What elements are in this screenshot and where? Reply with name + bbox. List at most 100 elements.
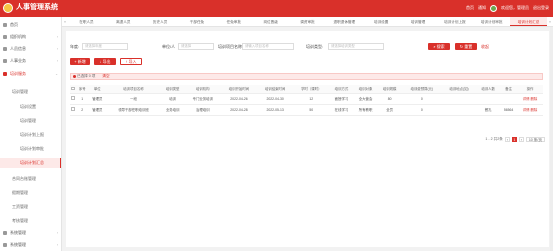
reset-button[interactable]: ↻ 重置: [455, 43, 477, 50]
col-header: 培训类型: [160, 85, 185, 94]
chevron-right-icon: ›: [56, 47, 58, 51]
project-label: 培训项目名称:: [218, 44, 244, 49]
sidebar-item-salary[interactable]: 工资管理: [0, 202, 61, 212]
table-cell: 0: [401, 104, 442, 116]
table-cell: 全员: [377, 104, 402, 116]
next-page-icon[interactable]: ›: [518, 137, 524, 142]
col-header: 培训机构: [184, 85, 221, 94]
people-icon: [3, 46, 7, 51]
page-size-select[interactable]: 10 条/页: [525, 137, 545, 142]
tab-4[interactable]: 任免审批: [215, 17, 252, 26]
table-cell: 50: [293, 104, 330, 116]
table-header-row: 序号 单位 培训项目名称 培训类型 培训机构 培训开始时间 培训结束时间 学时（…: [70, 85, 543, 94]
notice-link[interactable]: 通知: [478, 4, 486, 12]
project-input[interactable]: 请输入项目名称: [242, 43, 294, 50]
tab-9[interactable]: 培训管理: [400, 17, 437, 26]
sidebar-item-org[interactable]: 组织机构 ›: [0, 32, 62, 42]
selection-count: 已选择 0 项: [77, 74, 96, 78]
table-cell: [476, 93, 501, 105]
sidebar-group-training-manage[interactable]: 培训管理: [0, 87, 61, 97]
year-label: 年度:: [70, 44, 80, 49]
unit-label: 单位/人: [162, 44, 176, 49]
welcome-text: 欢迎您，管理员: [501, 5, 529, 10]
top-bar: 人事管理系统 首页 通知 欢迎您，管理员 退出登录: [0, 0, 553, 17]
table-cell: 全大营会: [353, 93, 378, 105]
tab-6[interactable]: 调资审批: [289, 17, 326, 26]
table-cell: 80: [377, 93, 402, 105]
sidebar-item-home[interactable]: 首页: [0, 20, 62, 30]
sidebar-item-system-2[interactable]: 系统管理 ›: [0, 240, 62, 250]
select-all-checkbox[interactable]: [71, 86, 75, 90]
import-button[interactable]: ↑ 导入: [120, 58, 142, 65]
unit-select[interactable]: 请选择: [178, 43, 214, 50]
col-header: 培训方式: [329, 85, 354, 94]
sidebar-item-assess[interactable]: 考核管理: [0, 216, 61, 226]
collapse-link[interactable]: 收起: [481, 44, 489, 50]
table-cell: 2022-04-30: [257, 93, 294, 105]
col-header: 学时（课时）: [293, 85, 330, 94]
tab-bar: « 在职人员 离退人员 历史人员 干部任免 任免审批 岗位晋级 调资审批 退职退…: [62, 17, 553, 27]
sidebar-item-contract[interactable]: 合同台账管理: [0, 174, 61, 184]
search-button[interactable]: ⌕ 搜索: [428, 43, 450, 50]
sidebar-sub-report[interactable]: 培训计划上报: [0, 130, 61, 140]
table-row[interactable]: 1 管理员 一段 培训 专门业务培训 2022-04-26 2022-04-30…: [70, 93, 543, 105]
table-cell: 治理培训: [184, 104, 221, 116]
avatar[interactable]: [490, 4, 497, 12]
tab-10[interactable]: 培训计划上报: [436, 17, 473, 26]
home-link[interactable]: 首页: [466, 4, 474, 12]
page-button[interactable]: 1: [511, 137, 517, 142]
table-cell: 2022-04-28: [220, 104, 258, 116]
tab-11[interactable]: 培训计划审批: [473, 17, 510, 26]
chevron-right-icon: ›: [56, 231, 58, 235]
exit-button[interactable]: 退出登录: [533, 4, 549, 12]
sidebar-sub-approve[interactable]: 培训计划审批: [0, 144, 61, 154]
home-icon: [3, 22, 7, 27]
sidebar-item-hr[interactable]: 人事业务 ›: [0, 56, 62, 66]
sidebar-sub-manage[interactable]: 培训管理: [0, 116, 61, 126]
tab-3[interactable]: 干部任免: [179, 17, 216, 26]
clear-selection-link[interactable]: 清空: [102, 74, 109, 78]
row-actions[interactable]: 详情 删除: [517, 104, 543, 116]
prev-page-icon[interactable]: ‹: [504, 137, 510, 142]
add-button[interactable]: + 新增: [70, 58, 90, 65]
table-cell: 在线学习: [329, 104, 354, 116]
tab-8[interactable]: 培训设置: [363, 17, 400, 26]
tab-12[interactable]: 培训计划汇总: [510, 17, 547, 26]
col-header: 培训项目名称: [106, 85, 161, 94]
col-header: 序号: [76, 85, 89, 94]
sidebar-item-training[interactable]: 培训服务 ⌄: [0, 69, 62, 79]
row-checkbox[interactable]: [71, 96, 75, 100]
col-header: 培训地点(如): [441, 85, 477, 94]
sidebar-item-people[interactable]: 人员信息 ›: [0, 44, 62, 54]
chevron-right-icon: ›: [56, 35, 58, 39]
tabs-next-icon[interactable]: »: [547, 17, 553, 26]
col-header: 培训结束时间: [257, 85, 294, 94]
tab-1[interactable]: 离退人员: [105, 17, 142, 26]
table-cell: 0: [401, 93, 442, 105]
tab-7[interactable]: 退职退休管理: [326, 17, 363, 26]
sidebar-item-system-1[interactable]: 系统管理 ›: [0, 228, 62, 238]
table-row[interactable]: 2 管理员 领导干部任职培训班 业务培训 治理培训 2022-04-28 202…: [70, 104, 543, 116]
app-logo: [3, 3, 13, 13]
tab-0[interactable]: 在职人员: [68, 17, 105, 26]
sidebar-sub-summary[interactable]: 培训计划汇总: [0, 158, 61, 168]
table-cell: [500, 93, 517, 105]
selection-alert: 已选择 0 项 清空: [70, 73, 543, 80]
table-cell: 管理员: [88, 93, 107, 105]
row-checkbox[interactable]: [71, 107, 75, 111]
type-select[interactable]: 请选择培训类型: [328, 43, 384, 50]
table-cell: 2022-04-26: [220, 93, 258, 105]
row-actions[interactable]: 详情 删除: [517, 93, 543, 105]
table-cell: 业务培训: [160, 104, 185, 116]
table-cell: 专门业务培训: [184, 93, 221, 105]
tab-2[interactable]: 历史人员: [142, 17, 179, 26]
table-cell: 培训: [160, 93, 185, 105]
table-cell: 管理员: [88, 104, 107, 116]
table-cell: 56564: [500, 104, 517, 116]
sidebar-item-leave[interactable]: 假期管理: [0, 188, 61, 198]
export-button[interactable]: ↓ 导出: [94, 58, 116, 65]
table-cell: 所有教职: [353, 104, 378, 116]
tab-5[interactable]: 岗位晋级: [252, 17, 289, 26]
sidebar-sub-settings[interactable]: 培训设置: [0, 102, 61, 112]
year-input[interactable]: 请选择年度: [82, 43, 128, 50]
